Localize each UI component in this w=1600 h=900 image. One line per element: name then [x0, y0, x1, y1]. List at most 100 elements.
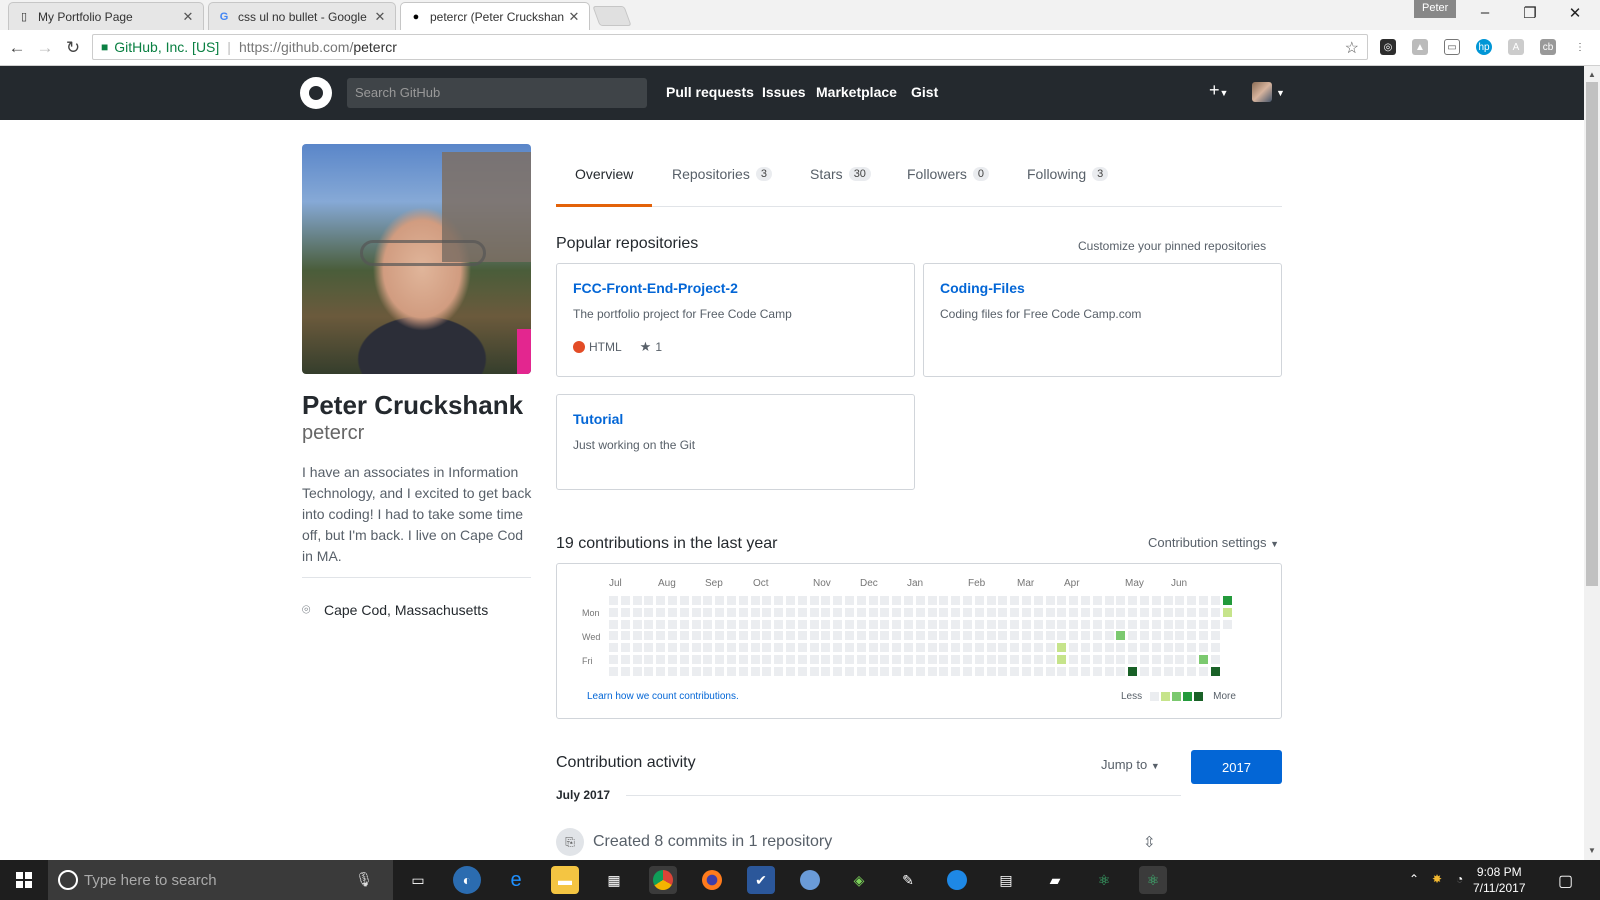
app-icon[interactable] [943, 866, 971, 894]
contribution-day[interactable] [738, 655, 748, 664]
contribution-day[interactable] [1210, 666, 1220, 676]
contribution-day[interactable] [1175, 596, 1185, 605]
contribution-day[interactable] [727, 666, 736, 676]
contribution-day[interactable] [880, 643, 890, 653]
contribution-day[interactable] [986, 666, 996, 676]
contribution-day[interactable] [703, 666, 713, 676]
notifications-icon[interactable]: ▢ [1558, 871, 1573, 891]
contribution-day[interactable] [998, 619, 1008, 629]
repo-name-link[interactable]: Tutorial [573, 411, 898, 427]
contribution-day[interactable] [939, 619, 949, 629]
tab-following[interactable]: Following 3 [1027, 166, 1109, 182]
contribution-day[interactable] [738, 643, 748, 653]
contribution-day[interactable] [1128, 666, 1138, 676]
contribution-day[interactable] [1116, 655, 1126, 664]
contribution-day[interactable] [1199, 631, 1208, 641]
contribution-day[interactable] [845, 607, 854, 617]
contribution-day[interactable] [1010, 596, 1020, 605]
contribution-day[interactable] [1187, 619, 1197, 629]
contribution-day[interactable] [668, 666, 677, 676]
contribution-day[interactable] [1010, 666, 1020, 676]
close-icon[interactable]: ✕ [567, 9, 581, 25]
contribution-day[interactable] [774, 643, 784, 653]
github-logo-icon[interactable] [300, 77, 332, 109]
contribution-day[interactable] [939, 596, 949, 605]
contribution-day[interactable] [1140, 643, 1149, 653]
contribution-day[interactable] [1022, 607, 1031, 617]
contribution-day[interactable] [1081, 666, 1090, 676]
contribution-day[interactable] [1010, 631, 1020, 641]
repo-name-link[interactable]: Coding-Files [940, 280, 1265, 296]
contribution-day[interactable] [727, 619, 736, 629]
contribution-day[interactable] [715, 655, 725, 664]
contribution-day[interactable] [620, 666, 630, 676]
contribution-day[interactable] [939, 607, 949, 617]
contribution-day[interactable] [644, 655, 654, 664]
contribution-day[interactable] [1069, 643, 1079, 653]
contribution-day[interactable] [1092, 596, 1102, 605]
contribution-day[interactable] [974, 619, 984, 629]
contribution-day[interactable] [963, 619, 972, 629]
contribution-day[interactable] [974, 631, 984, 641]
contribution-day[interactable] [738, 631, 748, 641]
contribution-day[interactable] [620, 607, 630, 617]
contribution-day[interactable] [644, 607, 654, 617]
contribution-day[interactable] [750, 655, 760, 664]
contribution-day[interactable] [880, 666, 890, 676]
contribution-day[interactable] [679, 607, 689, 617]
browser-tab-github[interactable]: ● petercr (Peter Cruckshan ✕ [400, 2, 590, 30]
bookmark-star-icon[interactable]: ☆ [1345, 38, 1359, 58]
contribution-day[interactable] [1151, 666, 1161, 676]
repo-name-link[interactable]: FCC-Front-End-Project-2 [573, 280, 898, 296]
contribution-day[interactable] [809, 655, 819, 664]
scrollbar-thumb[interactable] [1586, 82, 1598, 586]
nav-pull-requests[interactable]: Pull requests [666, 84, 754, 100]
contribution-day[interactable] [915, 643, 925, 653]
contribution-day[interactable] [927, 631, 937, 641]
contribution-day[interactable] [809, 666, 819, 676]
contribution-day[interactable] [762, 607, 772, 617]
create-new-icon[interactable]: +▼ [1209, 80, 1228, 101]
contribution-day[interactable] [1010, 655, 1020, 664]
contribution-day[interactable] [797, 619, 807, 629]
contribution-day[interactable] [833, 596, 843, 605]
contribution-day[interactable] [738, 619, 748, 629]
contribution-day[interactable] [715, 666, 725, 676]
contribution-day[interactable] [1187, 666, 1197, 676]
restore-icon[interactable]: ❐ [1510, 4, 1550, 22]
contribution-day[interactable] [1045, 596, 1055, 605]
contribution-day[interactable] [703, 631, 713, 641]
wifi-icon[interactable]: ◔ [1456, 872, 1463, 886]
contribution-day[interactable] [1199, 655, 1208, 664]
contribution-day[interactable] [668, 655, 677, 664]
firefox-icon[interactable] [698, 866, 726, 894]
contribution-day[interactable] [951, 666, 961, 676]
minimize-icon[interactable]: – [1465, 4, 1505, 21]
menu-icon[interactable]: ⋮ [1572, 39, 1588, 55]
contribution-day[interactable] [868, 607, 878, 617]
contribution-day[interactable] [986, 619, 996, 629]
chevron-down-icon[interactable]: ▼ [1276, 88, 1285, 98]
contribution-day[interactable] [868, 619, 878, 629]
contribution-day[interactable] [727, 655, 736, 664]
contribution-day[interactable] [963, 607, 972, 617]
microphone-icon[interactable]: 🎙 [355, 871, 373, 888]
contribution-day[interactable] [856, 666, 866, 676]
star-icon[interactable]: ★ [640, 339, 652, 355]
contribution-day[interactable] [797, 643, 807, 653]
contribution-day[interactable] [856, 631, 866, 641]
contribution-day[interactable] [1140, 619, 1149, 629]
contribution-day[interactable] [1199, 643, 1208, 653]
hp-icon[interactable]: hp [1476, 39, 1492, 55]
contribution-day[interactable] [1175, 666, 1185, 676]
contribution-day[interactable] [856, 619, 866, 629]
contribution-day[interactable] [656, 631, 666, 641]
contribution-day[interactable] [703, 619, 713, 629]
contribution-day[interactable] [762, 631, 772, 641]
contribution-day[interactable] [679, 643, 689, 653]
contribution-day[interactable] [644, 631, 654, 641]
new-tab-button[interactable] [592, 6, 632, 26]
app-icon[interactable]: ▰ [1041, 866, 1069, 894]
contribution-day[interactable] [703, 655, 713, 664]
contribution-day[interactable] [774, 631, 784, 641]
